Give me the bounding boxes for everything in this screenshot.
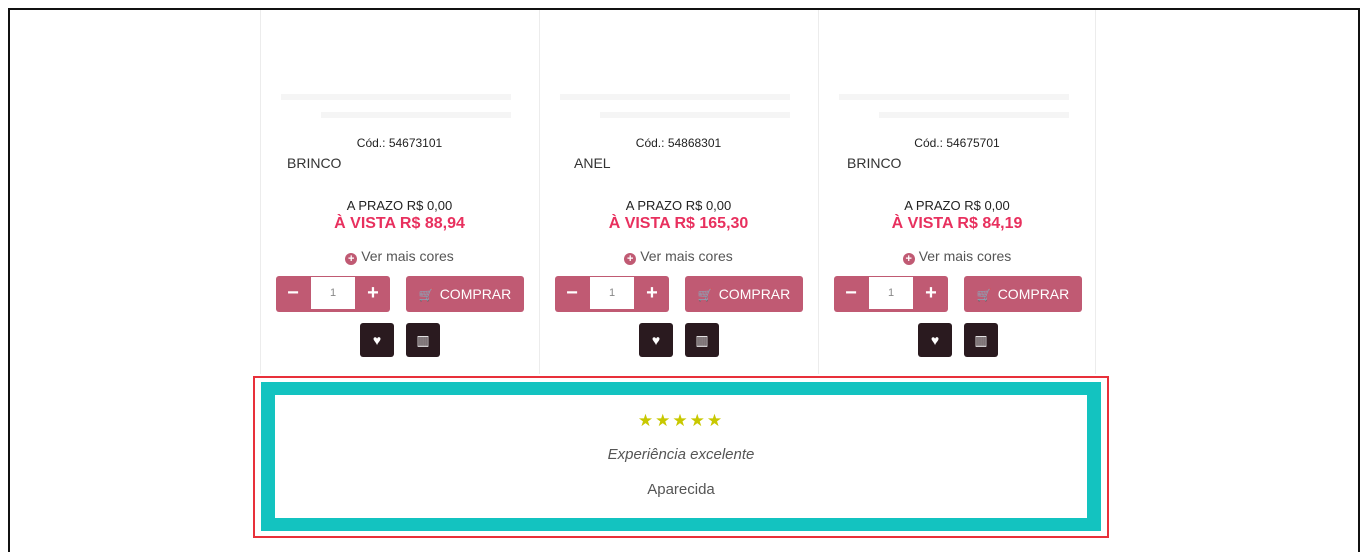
more-colors-link[interactable]: + Ver mais cores: [819, 248, 1095, 265]
review-text: Experiência excelente: [607, 446, 755, 463]
plus-circle-icon: +: [345, 253, 358, 265]
minus-icon[interactable]: −: [276, 276, 310, 312]
minus-icon[interactable]: −: [555, 276, 589, 312]
cart-icon: 🛒: [976, 288, 992, 302]
product-name[interactable]: BRINCO: [847, 155, 901, 171]
buy-button[interactable]: 🛒 COMPRAR: [685, 276, 803, 312]
price-cash: À VISTA R$ 165,30: [608, 215, 749, 232]
product-image[interactable]: [560, 34, 800, 124]
buy-button-label: COMPRAR: [997, 286, 1070, 302]
price-cash: À VISTA R$ 84,19: [891, 215, 1023, 232]
plus-icon[interactable]: +: [914, 276, 948, 312]
plus-icon[interactable]: +: [635, 276, 669, 312]
frame-left-border: [8, 8, 10, 552]
more-colors-label: Ver mais cores: [361, 248, 454, 264]
product-code: Cód.: 54868301: [635, 136, 722, 150]
quantity-input[interactable]: [311, 277, 355, 309]
plus-circle-icon: +: [902, 253, 915, 265]
product-grid: Cód.: 54673101 BRINCO A PRAZO R$ 0,00 À …: [260, 10, 1100, 374]
product-card: Cód.: 54675701 BRINCO A PRAZO R$ 0,00 À …: [818, 10, 1096, 374]
more-colors-link[interactable]: + Ver mais cores: [261, 248, 538, 265]
more-colors-link[interactable]: + Ver mais cores: [540, 248, 817, 265]
heart-icon[interactable]: ♥: [639, 323, 673, 357]
quantity-input[interactable]: [869, 277, 913, 309]
product-image[interactable]: [839, 34, 1079, 124]
product-name[interactable]: BRINCO: [287, 155, 341, 171]
buy-button-label: COMPRAR: [718, 286, 791, 302]
review-card: ★★★★★ Experiência excelente Aparecida: [261, 382, 1101, 531]
product-card: Cód.: 54868301 ANEL A PRAZO R$ 0,00 À VI…: [539, 10, 817, 374]
quantity-stepper: − +: [555, 276, 669, 312]
compare-icon[interactable]: ▥: [406, 323, 440, 357]
price-cash: À VISTA R$ 88,94: [334, 215, 465, 232]
quantity-stepper: − +: [276, 276, 390, 312]
heart-icon[interactable]: ♥: [360, 323, 394, 357]
reviewer-name: Aparecida: [647, 481, 715, 498]
product-name[interactable]: ANEL: [574, 155, 611, 171]
buy-button[interactable]: 🛒 COMPRAR: [964, 276, 1082, 312]
product-image[interactable]: [281, 34, 521, 124]
product-code: Cód.: 54675701: [914, 136, 1000, 150]
minus-icon[interactable]: −: [834, 276, 868, 312]
more-colors-label: Ver mais cores: [640, 248, 733, 264]
price-installment: A PRAZO R$ 0,00: [904, 198, 1010, 213]
cart-icon: 🛒: [697, 288, 713, 302]
heart-icon[interactable]: ♥: [918, 323, 952, 357]
quantity-input[interactable]: [590, 277, 634, 309]
plus-icon[interactable]: +: [356, 276, 390, 312]
review-content: ★★★★★ Experiência excelente Aparecida: [275, 395, 1087, 518]
star-icon: ★★★★★: [637, 411, 725, 430]
product-card: Cód.: 54673101 BRINCO A PRAZO R$ 0,00 À …: [260, 10, 538, 374]
buy-button[interactable]: 🛒 COMPRAR: [406, 276, 524, 312]
compare-icon[interactable]: ▥: [964, 323, 998, 357]
price-installment: A PRAZO R$ 0,00: [625, 198, 732, 213]
plus-circle-icon: +: [624, 253, 637, 265]
buy-button-label: COMPRAR: [439, 286, 512, 302]
quantity-stepper: − +: [834, 276, 948, 312]
cart-icon: 🛒: [418, 288, 434, 302]
compare-icon[interactable]: ▥: [685, 323, 719, 357]
price-installment: A PRAZO R$ 0,00: [346, 198, 453, 213]
more-colors-label: Ver mais cores: [918, 248, 1012, 264]
product-code: Cód.: 54673101: [356, 136, 443, 150]
